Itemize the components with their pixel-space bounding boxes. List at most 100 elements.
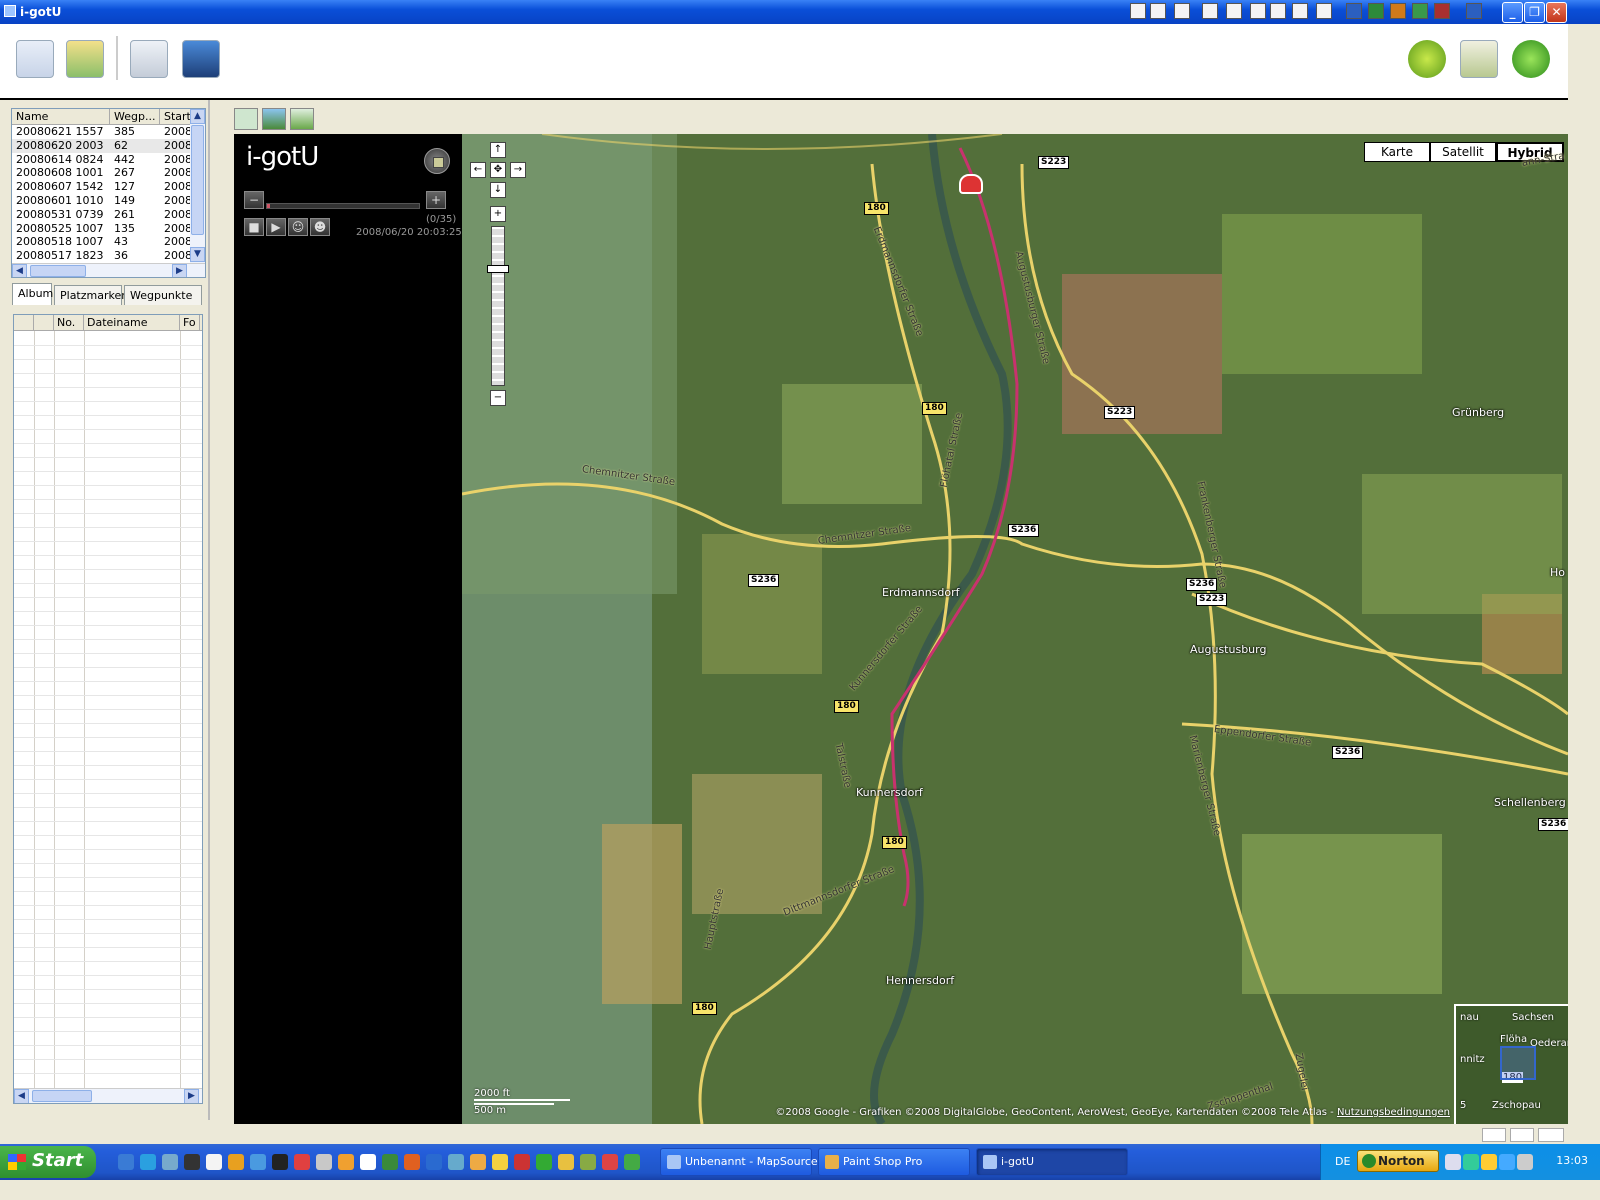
- photo-view-icon[interactable]: [262, 108, 286, 130]
- map-zoom-in-button[interactable]: +: [490, 206, 506, 222]
- track-row[interactable]: 20080620 2003 62 2008: [12, 138, 205, 153]
- tab-platzmarken[interactable]: Platzmarken: [54, 285, 128, 305]
- overview-viewport[interactable]: [1500, 1046, 1536, 1080]
- powerpoint-icon[interactable]: [1390, 3, 1406, 19]
- scroll-down-button[interactable]: ▼: [190, 247, 205, 262]
- pan-down-button[interactable]: ↓: [490, 182, 506, 198]
- device-settings-icon[interactable]: [130, 40, 168, 78]
- track-row[interactable]: 20080518 1007 43 2008: [12, 235, 205, 249]
- column-filename[interactable]: Dateiname: [84, 315, 180, 330]
- quicklaunch-icon[interactable]: [1250, 3, 1266, 19]
- track-row[interactable]: 20080614 0824 442 2008: [12, 153, 205, 167]
- overview-map[interactable]: nau Sachsen Flöha Oederan nnitz 180 Zsch…: [1454, 1004, 1568, 1124]
- quicklaunch-icon[interactable]: [1174, 3, 1190, 19]
- info-icon[interactable]: [1512, 40, 1550, 78]
- stop-button[interactable]: ■: [244, 218, 264, 236]
- quicklaunch-icon[interactable]: [602, 1154, 618, 1170]
- stop-playback-icon[interactable]: [424, 148, 450, 174]
- scroll-thumb[interactable]: [32, 1090, 92, 1102]
- play-button[interactable]: ▶: [266, 218, 286, 236]
- pan-right-button[interactable]: →: [510, 162, 526, 178]
- word-icon[interactable]: [1346, 3, 1362, 19]
- office-bar-icon[interactable]: [1466, 3, 1482, 19]
- network-icon[interactable]: [1517, 1154, 1533, 1170]
- zoom-in-button[interactable]: +: [426, 191, 446, 209]
- minimize-button[interactable]: _: [1502, 2, 1523, 23]
- map-view-icon[interactable]: [290, 108, 314, 130]
- quicklaunch-icon[interactable]: [624, 1154, 640, 1170]
- quicklaunch-icon[interactable]: [250, 1154, 266, 1170]
- help-book-icon[interactable]: [1460, 40, 1498, 78]
- map-zoom-slider[interactable]: [491, 226, 505, 386]
- tray-icon[interactable]: [1481, 1154, 1497, 1170]
- pan-center-button[interactable]: ✥: [490, 162, 506, 178]
- norton-button[interactable]: Norton: [1357, 1150, 1439, 1172]
- quicklaunch-icon[interactable]: [316, 1154, 332, 1170]
- quicklaunch-icon[interactable]: [140, 1154, 156, 1170]
- task-paint-shop-pro[interactable]: Paint Shop Pro: [818, 1148, 970, 1176]
- photo-tools-icon[interactable]: [182, 40, 220, 78]
- column-thumb[interactable]: [34, 315, 54, 330]
- quicklaunch-icon[interactable]: [272, 1154, 288, 1170]
- quicklaunch-icon[interactable]: [1316, 3, 1332, 19]
- scroll-right-button[interactable]: ▶: [184, 1089, 199, 1103]
- quicklaunch-icon[interactable]: [338, 1154, 354, 1170]
- quicklaunch-icon[interactable]: [162, 1154, 178, 1170]
- quicklaunch-icon[interactable]: [228, 1154, 244, 1170]
- column-start[interactable]: Start: [160, 109, 191, 124]
- download-track-icon[interactable]: [16, 40, 54, 78]
- close-button[interactable]: ✕: [1546, 2, 1567, 23]
- car-marker-icon[interactable]: [959, 174, 983, 194]
- track-row[interactable]: 20080608 1001 267 2008: [12, 166, 205, 180]
- panel-splitter[interactable]: [208, 100, 210, 1120]
- quicklaunch-icon[interactable]: [360, 1154, 376, 1170]
- column-check[interactable]: [14, 315, 34, 330]
- quicklaunch-icon[interactable]: [558, 1154, 574, 1170]
- zoom-out-button[interactable]: −: [244, 191, 264, 209]
- map-zoom-thumb[interactable]: [487, 265, 509, 273]
- quicklaunch-icon[interactable]: [382, 1154, 398, 1170]
- group-mode-icon[interactable]: ☻: [310, 218, 330, 236]
- excel-icon[interactable]: [1368, 3, 1384, 19]
- track-row[interactable]: 20080601 1010 149 2008: [12, 194, 205, 208]
- walk-mode-icon[interactable]: ☺: [288, 218, 308, 236]
- album-hscrollbar[interactable]: ◀ ▶: [14, 1088, 202, 1103]
- scroll-thumb[interactable]: [191, 125, 204, 235]
- access-icon[interactable]: [1434, 3, 1450, 19]
- quicklaunch-icon[interactable]: [294, 1154, 310, 1170]
- quicklaunch-icon[interactable]: [206, 1154, 222, 1170]
- pan-up-button[interactable]: ↑: [490, 142, 506, 158]
- quicklaunch-icon[interactable]: [118, 1154, 134, 1170]
- language-indicator[interactable]: DE: [1335, 1155, 1350, 1168]
- quicklaunch-icon[interactable]: [426, 1154, 442, 1170]
- column-waypoints[interactable]: Wegp...: [110, 109, 160, 124]
- eye-view-icon[interactable]: [234, 108, 258, 130]
- track-row[interactable]: 20080621 1557 385 2008: [12, 125, 205, 139]
- quicklaunch-icon[interactable]: [1270, 3, 1286, 19]
- tray-icon[interactable]: [1499, 1154, 1515, 1170]
- scroll-left-button[interactable]: ◀: [12, 264, 27, 277]
- scroll-left-button[interactable]: ◀: [14, 1089, 29, 1103]
- quicklaunch-icon[interactable]: [492, 1154, 508, 1170]
- quicklaunch-icon[interactable]: [514, 1154, 530, 1170]
- track-row[interactable]: 20080525 1007 135 2008: [12, 222, 205, 236]
- quicklaunch-icon[interactable]: [1150, 3, 1166, 19]
- start-button[interactable]: Start: [0, 1146, 96, 1178]
- task-mapsource[interactable]: Unbenannt - MapSource: [660, 1148, 818, 1176]
- track-row[interactable]: 20080531 0739 261 2008: [12, 208, 205, 222]
- track-row[interactable]: 20080607 1542 127 2008: [12, 180, 205, 194]
- scroll-right-button[interactable]: ▶: [172, 264, 187, 277]
- track-row[interactable]: 20080517 1823 36 2008: [12, 249, 205, 263]
- quicklaunch-icon[interactable]: [470, 1154, 486, 1170]
- quicklaunch-icon[interactable]: [1226, 3, 1242, 19]
- maptype-karte-button[interactable]: Karte: [1364, 142, 1430, 162]
- quicklaunch-icon[interactable]: [184, 1154, 200, 1170]
- task-igotu[interactable]: i-gotU: [976, 1148, 1128, 1176]
- tab-album[interactable]: Album: [12, 283, 53, 305]
- map-zoom-out-button[interactable]: −: [490, 390, 506, 406]
- quicklaunch-icon[interactable]: [1130, 3, 1146, 19]
- restore-button[interactable]: ❐: [1524, 2, 1545, 23]
- quicklaunch-icon[interactable]: [536, 1154, 552, 1170]
- tab-wegpunkte[interactable]: Wegpunkte: [124, 285, 202, 305]
- track-list-hscrollbar[interactable]: ◀ ▶: [12, 263, 205, 277]
